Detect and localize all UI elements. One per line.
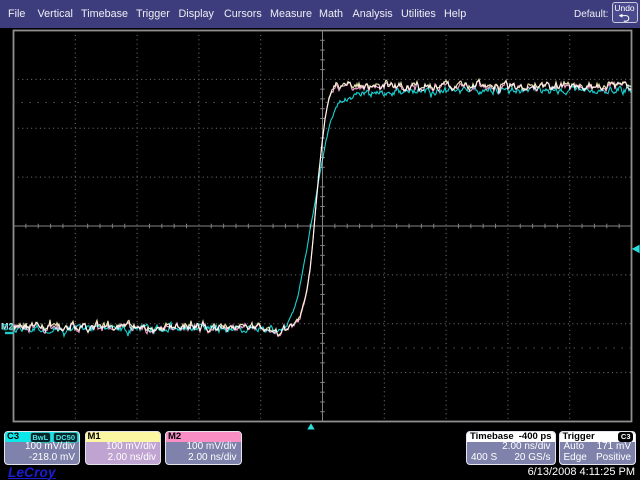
- svg-text:C3: C3: [2, 323, 14, 333]
